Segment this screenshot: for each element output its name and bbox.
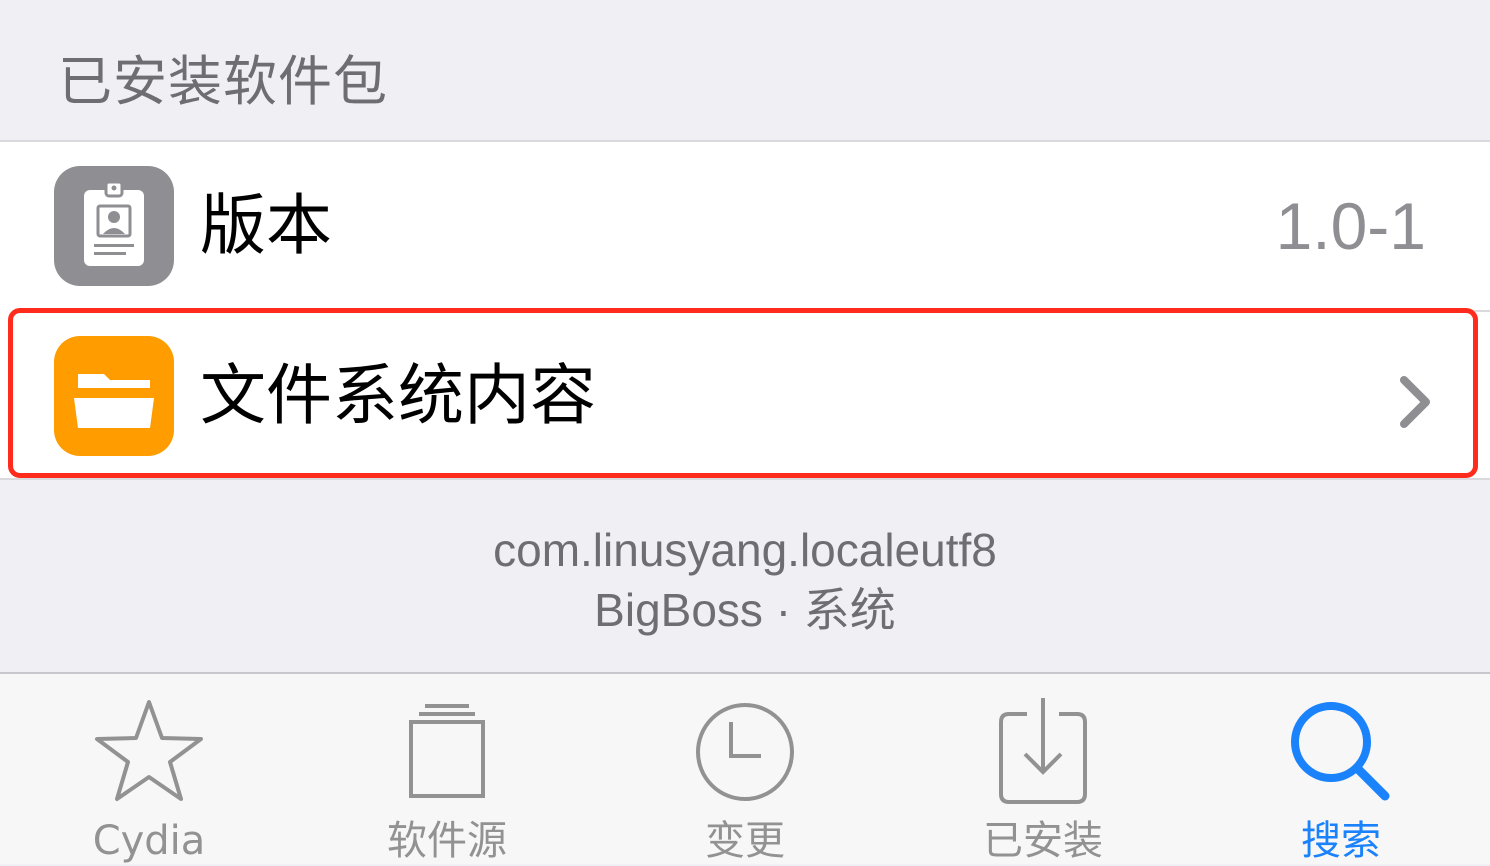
section-header: 已安装软件包 xyxy=(0,0,1490,140)
section-title: 已安装软件包 xyxy=(58,50,388,113)
search-icon xyxy=(1291,702,1390,801)
package-info: com.linusyang.localeutf8 BigBoss · 系统 xyxy=(0,520,1490,640)
stack-icon xyxy=(409,704,485,798)
tab-installed[interactable]: 已安装 xyxy=(894,674,1192,866)
version-row: 版本 1.0-1 xyxy=(0,142,1490,310)
package-details-table: 版本 1.0-1 文件系统内容 xyxy=(0,140,1490,480)
star-icon xyxy=(95,700,203,801)
tab-cydia-label: Cydia xyxy=(92,818,206,864)
download-tray-icon xyxy=(999,698,1087,804)
version-label: 版本 xyxy=(200,187,332,264)
chevron-right-icon xyxy=(1400,376,1430,428)
tab-installed-label: 已安装 xyxy=(983,818,1103,864)
tab-sources-label: 软件源 xyxy=(387,818,507,864)
folder-icon xyxy=(54,336,174,456)
package-identifier: com.linusyang.localeutf8 xyxy=(493,524,997,576)
id-card-icon xyxy=(54,166,174,286)
tab-bar: Cydia 软件源 变更 已安装 搜索 xyxy=(0,672,1490,864)
tab-sources[interactable]: 软件源 xyxy=(298,674,596,866)
version-value: 1.0-1 xyxy=(1275,189,1426,263)
tab-cydia[interactable]: Cydia xyxy=(0,674,298,866)
package-source-section: BigBoss · 系统 xyxy=(594,584,896,636)
tab-search[interactable]: 搜索 xyxy=(1192,674,1490,866)
tab-search-label: 搜索 xyxy=(1301,818,1381,864)
tab-changes[interactable]: 变更 xyxy=(596,674,894,866)
tab-changes-label: 变更 xyxy=(705,818,785,864)
filesystem-contents-label: 文件系统内容 xyxy=(200,357,596,434)
filesystem-contents-row[interactable]: 文件系统内容 xyxy=(0,312,1490,480)
clock-icon xyxy=(696,703,794,801)
